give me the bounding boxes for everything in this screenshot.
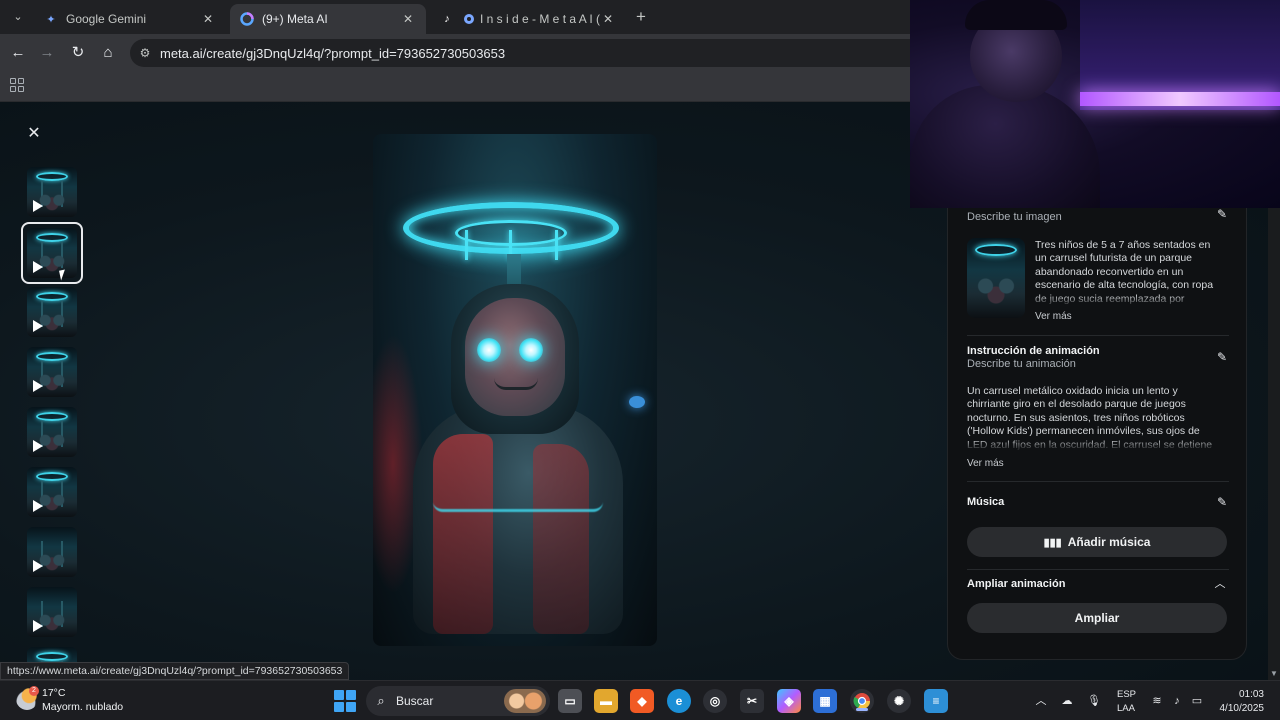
url-text: meta.ai/create/gj3DnqUzl4q/?prompt_id=79… (160, 45, 506, 61)
home-icon[interactable]: ⌂ (97, 42, 119, 64)
apps-grid-icon[interactable] (10, 78, 24, 92)
play-icon (33, 380, 43, 392)
show-hidden-icons-chevron-icon[interactable]: ︿ (1033, 693, 1049, 709)
volume-icon[interactable]: ♪ (1169, 693, 1185, 709)
animation-prompt-text: Un carrusel metálico oxidado inicia un l… (967, 385, 1213, 451)
animation-section-subtitle: Describe tu animación (967, 358, 1076, 370)
battery-icon[interactable]: ▭ (1189, 693, 1205, 709)
tab-search-chevron-icon[interactable]: ⌄ (8, 8, 28, 26)
windows-taskbar: 2 17°C Mayorm. nublado ⌕ Buscar ▭ ▬ ◆ e … (0, 680, 1280, 720)
divider (967, 481, 1229, 482)
microsoft-store-icon[interactable]: ▦ (813, 689, 837, 713)
weather-condition[interactable]: Mayorm. nublado (42, 701, 123, 713)
microphone-icon[interactable]: 🎙 (1086, 693, 1102, 709)
onedrive-cloud-icon[interactable]: ☁ (1059, 693, 1075, 709)
see-more-animation-link[interactable]: Ver más (967, 458, 1004, 469)
profile-icon (462, 12, 476, 26)
close-tab-icon[interactable]: ✕ (200, 12, 216, 26)
meta-ai-icon (240, 12, 254, 26)
search-highlight-image (504, 689, 546, 713)
play-icon (33, 320, 43, 332)
video-thumbnail[interactable] (27, 527, 77, 577)
details-panel: Describe tu imagen ✎ Tres niños de 5 a 7… (947, 162, 1247, 660)
app-notification-icon[interactable]: ◎ (703, 689, 727, 713)
link-status-bar: https://www.meta.ai/create/gj3DnqUzl4q/?… (0, 662, 350, 680)
edit-image-prompt-pencil-icon[interactable]: ✎ (1215, 207, 1229, 221)
clock-time[interactable]: 01:03 (1239, 689, 1264, 700)
video-thumbnail[interactable] (27, 347, 77, 397)
close-tab-icon[interactable]: ✕ (600, 12, 616, 26)
divider (967, 569, 1229, 570)
play-icon (33, 200, 43, 212)
tab-title: (9+) Meta AI (262, 12, 328, 26)
keyboard-layout-indicator[interactable]: LAA (1117, 703, 1135, 714)
search-placeholder: Buscar (396, 694, 434, 708)
site-settings-icon[interactable]: ⚙ (130, 46, 160, 60)
tab-title: I n s i d e - M e t a A I (@asi (480, 12, 600, 26)
video-thumbnail[interactable] (27, 587, 77, 637)
add-music-button[interactable]: ▮▮▮ Añadir música (967, 527, 1227, 557)
video-thumbnail[interactable] (27, 467, 77, 517)
main-media-image[interactable] (373, 134, 657, 646)
screen: ⌄ ✦ Google Gemini ✕ (9+) Meta AI ✕ ♪ I n… (0, 0, 1280, 720)
weather-badge: 2 (29, 686, 39, 696)
copilot-icon[interactable]: ◈ (777, 689, 801, 713)
tab-tiktok[interactable]: ♪ I n s i d e - M e t a A I (@asi ✕ (430, 4, 626, 34)
notepad-icon[interactable]: ≡ (924, 689, 948, 713)
search-icon: ⌕ (377, 693, 385, 708)
image-prompt-text: Tres niños de 5 a 7 años sentados en un … (1035, 239, 1221, 307)
play-icon (33, 560, 43, 572)
back-arrow-icon[interactable]: ← (7, 42, 29, 64)
close-tab-icon[interactable]: ✕ (400, 12, 416, 26)
video-thumbnail[interactable] (27, 287, 77, 337)
chatgpt-icon[interactable]: ✺ (887, 689, 911, 713)
close-icon[interactable]: ✕ (22, 122, 46, 146)
new-tab-plus-icon[interactable]: + (631, 7, 651, 27)
tab-google-gemini[interactable]: ✦ Google Gemini ✕ (34, 4, 226, 34)
capcut-icon[interactable]: ✂ (740, 689, 764, 713)
extend-button[interactable]: Ampliar (967, 603, 1227, 633)
image-section-subtitle: Describe tu imagen (967, 211, 1062, 223)
play-icon (33, 620, 43, 632)
wifi-icon[interactable]: ≋ (1149, 693, 1165, 709)
clock-date[interactable]: 4/10/2025 (1220, 703, 1265, 714)
reload-icon[interactable]: ↻ (67, 42, 89, 64)
windows-start-icon[interactable] (334, 690, 356, 712)
forward-arrow-icon[interactable]: → (36, 42, 58, 64)
scroll-down-arrow-icon[interactable]: ▼ (1270, 670, 1278, 678)
edit-music-pencil-icon[interactable]: ✎ (1215, 495, 1229, 509)
edge-browser-icon[interactable]: e (667, 689, 691, 713)
add-music-label: Añadir música (1067, 535, 1151, 549)
tab-meta-ai[interactable]: (9+) Meta AI ✕ (230, 4, 426, 34)
webcam-overlay (910, 0, 1280, 208)
audio-wave-icon: ▮▮▮ (1043, 536, 1062, 549)
selected-thumbnail-outline (21, 222, 83, 284)
language-indicator[interactable]: ESP (1117, 689, 1136, 700)
source-image-thumbnail[interactable] (967, 238, 1025, 318)
file-explorer-icon[interactable]: ▬ (594, 689, 618, 713)
chrome-icon[interactable] (850, 689, 874, 713)
tiktok-icon: ♪ (444, 13, 450, 25)
extend-label: Ampliar (1074, 611, 1120, 625)
music-section-title: Música (967, 496, 1005, 508)
video-thumbnail[interactable] (27, 407, 77, 457)
weather-temperature[interactable]: 17°C (42, 687, 65, 699)
animation-section-title: Instrucción de animación (967, 345, 1100, 357)
task-view-icon[interactable]: ▭ (558, 689, 582, 713)
see-more-image-link[interactable]: Ver más (1035, 311, 1072, 322)
tab-title: Google Gemini (66, 12, 147, 26)
extend-section-title: Ampliar animación (967, 578, 1066, 590)
divider (967, 335, 1229, 336)
taskbar-search[interactable]: ⌕ Buscar (366, 686, 550, 716)
gemini-icon: ✦ (46, 13, 56, 26)
brave-browser-icon[interactable]: ◆ (630, 689, 654, 713)
chevron-up-icon[interactable]: ︿ (1213, 577, 1227, 591)
play-icon (33, 500, 43, 512)
video-thumbnail[interactable] (27, 167, 77, 217)
play-icon (33, 440, 43, 452)
edit-animation-pencil-icon[interactable]: ✎ (1215, 350, 1229, 364)
